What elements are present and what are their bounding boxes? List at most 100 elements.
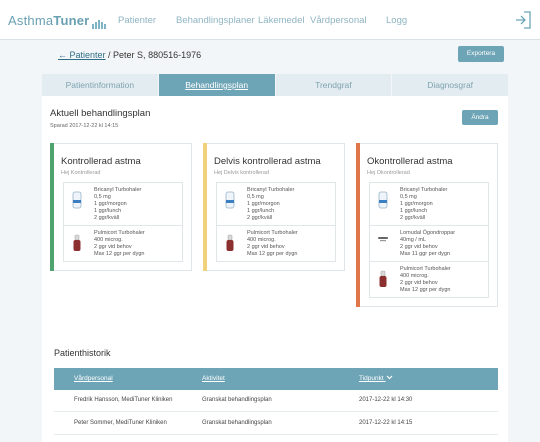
cell-aktivitet: Granskat behandlingsplan xyxy=(202,397,272,403)
treatment-level-2: Delvis kontrollerad astma Hej Delvis kont… xyxy=(203,143,345,271)
medication-text: Pulmicort Turbohaler 400 microg. 2 ggr vid… xyxy=(86,230,145,258)
breadcrumb-separator: / xyxy=(105,50,114,60)
history-table-header: Vårdpersonal Aktivitet Tidpunkt xyxy=(54,368,498,390)
level-title: Kontrollerad astma xyxy=(61,156,141,167)
tab-behandlingsplan[interactable]: Behandlingsplan xyxy=(157,74,275,96)
breadcrumb: ← Patienter / Peter S, 880516-1976 xyxy=(58,50,201,60)
nav-lakemedel[interactable]: Läkemedel xyxy=(258,15,304,26)
medication-line: Bricanyl Turbohaler xyxy=(400,187,448,193)
medication-line: 0,5 mg xyxy=(247,194,264,200)
medication-line: 1 ggr/lunch xyxy=(247,208,275,214)
medication-line: 400 microg. xyxy=(400,273,429,279)
medication-text: Bricanyl Turbohaler 0,5 mg 1 ggr/morgon 1 g… xyxy=(239,187,294,222)
tab-trendgraf[interactable]: Trendgraf xyxy=(274,74,392,96)
medication-line: 2 ggr vid behov xyxy=(400,244,438,250)
history-title: Patienthistorik xyxy=(54,348,111,358)
nav-behandlingsplaner[interactable]: Behandlingsplaner xyxy=(176,15,255,26)
logo-text-asthma: Asthma xyxy=(8,13,54,28)
turbohaler-icon xyxy=(68,230,86,258)
medication-line: Max 12 ggr per dygn xyxy=(94,251,145,257)
level-title: Okontrollerad astma xyxy=(367,156,453,167)
medication-line: 1 ggr/morgon xyxy=(94,201,127,207)
medication-line: 40mg / mL xyxy=(400,237,426,243)
medication-line: Bricanyl Turbohaler xyxy=(247,187,295,193)
medication-item: Lomudal Ögondroppar 40mg / mL 2 ggr vid be… xyxy=(369,226,489,262)
col-header-aktivitet[interactable]: Aktivitet xyxy=(202,375,225,382)
medication-line: 2 ggr vid behov xyxy=(400,280,438,286)
level-subtitle: Hej Okontrollerad xyxy=(367,170,410,176)
breadcrumb-current: Peter S, 880516-1976 xyxy=(113,50,202,60)
medication-line: 2 ggr vid behov xyxy=(247,244,285,250)
medication-line: 400 microg. xyxy=(247,237,276,243)
col-header-tidpunkt[interactable]: Tidpunkt xyxy=(359,375,393,382)
level-color-bar xyxy=(356,143,360,307)
medication-line: 2 ggr/kväll xyxy=(247,215,273,221)
tab-bar: Patientinformation Behandlingsplan Trend… xyxy=(42,74,508,96)
medication-line: 400 microg. xyxy=(94,237,123,243)
cell-aktivitet: Granskat behandlingsplan xyxy=(202,420,272,426)
eyedrop-icon xyxy=(374,230,392,258)
inhaler-icon xyxy=(374,187,392,222)
medication-line: 2 ggr vid behov xyxy=(94,244,132,250)
medication-line: 1 ggr/morgon xyxy=(247,201,280,207)
medication-line: Max 12 ggr per dygn xyxy=(400,287,451,293)
chevron-down-icon xyxy=(386,375,392,380)
treatment-plan-card: Aktuell behandlingsplan Sparad 2017-12-2… xyxy=(42,96,508,442)
nav-vardpersonal[interactable]: Vårdpersonal xyxy=(310,15,367,26)
turbohaler-icon xyxy=(221,230,239,258)
medication-item: Pulmicort Turbohaler 400 microg. 2 ggr vid… xyxy=(369,262,489,298)
medication-item: Pulmicort Turbohaler 400 microg. 2 ggr vid… xyxy=(216,226,336,262)
cell-tidpunkt: 2017-12-22 kl 14:30 xyxy=(359,397,413,403)
treatment-level-1: Kontrollerad astma Hej Kontrollerad Brican… xyxy=(50,143,192,271)
medication-line: 2 ggr/kväll xyxy=(400,215,426,221)
medication-line: 0,5 mg xyxy=(94,194,111,200)
medication-text: Bricanyl Turbohaler 0,5 mg 1 ggr/morgon 1 g… xyxy=(392,187,447,222)
nav-patienter[interactable]: Patienter xyxy=(118,15,156,26)
app-logo[interactable]: AsthmaTuner xyxy=(8,13,107,30)
export-button[interactable]: Exportera xyxy=(458,46,504,62)
level-subtitle: Hej Kontrollerad xyxy=(61,170,101,176)
logo-text-tuner: Tuner xyxy=(53,13,90,28)
top-nav: AsthmaTuner Patienter Behandlingsplaner … xyxy=(0,0,540,40)
nav-logg[interactable]: Logg xyxy=(386,15,407,26)
medication-line: 1 ggr/lunch xyxy=(94,208,122,214)
medication-line: Pulmicort Turbohaler xyxy=(400,266,451,272)
medication-line: Lomudal Ögondroppar xyxy=(400,230,456,236)
plan-saved-timestamp: Sparad 2017-12-22 kl 14:15 xyxy=(50,123,119,129)
medication-item: Pulmicort Turbohaler 400 microg. 2 ggr vid… xyxy=(63,226,183,262)
medication-text: Lomudal Ögondroppar 40mg / mL 2 ggr vid be… xyxy=(392,230,455,258)
col-header-vardpersonal[interactable]: Vårdpersonal xyxy=(74,375,113,382)
medication-line: 1 ggr/morgon xyxy=(400,201,433,207)
edit-plan-button[interactable]: Ändra xyxy=(462,110,498,125)
level-subtitle: Hej Delvis kontrollerad xyxy=(214,170,270,176)
medication-line: Pulmicort Turbohaler xyxy=(247,230,298,236)
medication-text: Bricanyl Turbohaler 0,5 mg 1 ggr/morgon 1 g… xyxy=(86,187,141,222)
plan-title: Aktuell behandlingsplan xyxy=(50,108,151,119)
medication-line: 0,5 mg xyxy=(400,194,417,200)
medication-line: Max 11 ggr per dygn xyxy=(400,251,451,257)
level-title: Delvis kontrollerad astma xyxy=(214,156,321,167)
medication-line: 2 ggr/kväll xyxy=(94,215,120,221)
inhaler-icon xyxy=(221,187,239,222)
table-row[interactable]: Fredrik Hansson, MediTuner Kliniken Gran… xyxy=(54,390,498,412)
breadcrumb-patients-link[interactable]: ← Patienter xyxy=(58,50,106,60)
medication-line: Bricanyl Turbohaler xyxy=(94,187,142,193)
cell-tidpunkt: 2017-12-22 kl 14:15 xyxy=(359,420,413,426)
medication-item: Bricanyl Turbohaler 0,5 mg 1 ggr/morgon 1 g… xyxy=(369,182,489,226)
inhaler-icon xyxy=(68,187,86,222)
table-row[interactable]: Peter Sommer, MediTuner Kliniken Granska… xyxy=(54,413,498,435)
treatment-level-3: Okontrollerad astma Hej Okontrollerad Bric… xyxy=(356,143,498,307)
tab-patientinformation[interactable]: Patientinformation xyxy=(42,74,158,96)
logout-icon[interactable] xyxy=(514,10,532,30)
medication-item: Bricanyl Turbohaler 0,5 mg 1 ggr/morgon 1 g… xyxy=(216,182,336,226)
medication-line: Max 12 ggr per dygn xyxy=(247,251,298,257)
medication-text: Pulmicort Turbohaler 400 microg. 2 ggr vid… xyxy=(392,266,451,294)
medication-line: Pulmicort Turbohaler xyxy=(94,230,145,236)
medication-line: 1 ggr/lunch xyxy=(400,208,428,214)
logo-bars-icon xyxy=(92,14,107,30)
medication-item: Bricanyl Turbohaler 0,5 mg 1 ggr/morgon 1 g… xyxy=(63,182,183,226)
tab-diagnosgraf[interactable]: Diagnosgraf xyxy=(391,74,508,96)
level-color-bar xyxy=(203,143,207,271)
medication-text: Pulmicort Turbohaler 400 microg. 2 ggr vid… xyxy=(239,230,298,258)
level-color-bar xyxy=(50,143,54,271)
